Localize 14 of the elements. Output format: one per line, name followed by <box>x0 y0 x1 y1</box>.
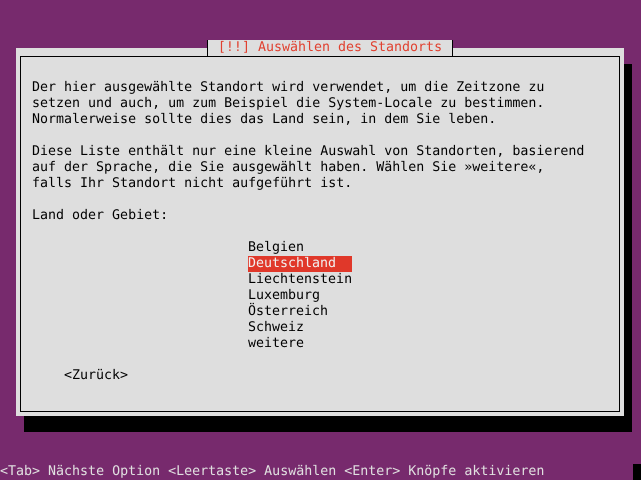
country-option[interactable]: Deutschland <box>248 256 352 272</box>
prompt-label: Land oder Gebiet: <box>32 208 170 224</box>
country-option[interactable]: Luxemburg <box>248 288 320 304</box>
description-text: Diese Liste enthält nur eine kleine Auswahl von Standorten, basierend auf der Sprache, die Sie ausgewählt haben. Wählen Sie »weitere«, falls Ihr Standort nicht aufgeführt ist. <box>32 144 586 192</box>
back-button[interactable]: <Zurück> <box>64 368 128 384</box>
country-option[interactable]: Liechtenstein <box>248 272 352 288</box>
country-option[interactable]: Österreich <box>248 304 328 320</box>
cursor-block <box>633 464 641 480</box>
key-help-text: <Tab> Nächste Option <Leertaste> Auswählen <Enter> Knöpfe aktivieren <box>0 464 544 480</box>
country-option[interactable]: Belgien <box>248 240 304 256</box>
country-option[interactable]: weitere <box>248 336 304 352</box>
dialog-title: [!!] Auswählen des Standorts <box>206 40 454 56</box>
description-text: Der hier ausgewählte Standort wird verwendet, um die Zeitzone zu setzen und auch, um zum Beispiel die System-Locale zu bestimmen. Normalerweise sollte dies das Land sein, in dem Sie leben. <box>32 80 546 128</box>
country-option[interactable]: Schweiz <box>248 320 304 336</box>
